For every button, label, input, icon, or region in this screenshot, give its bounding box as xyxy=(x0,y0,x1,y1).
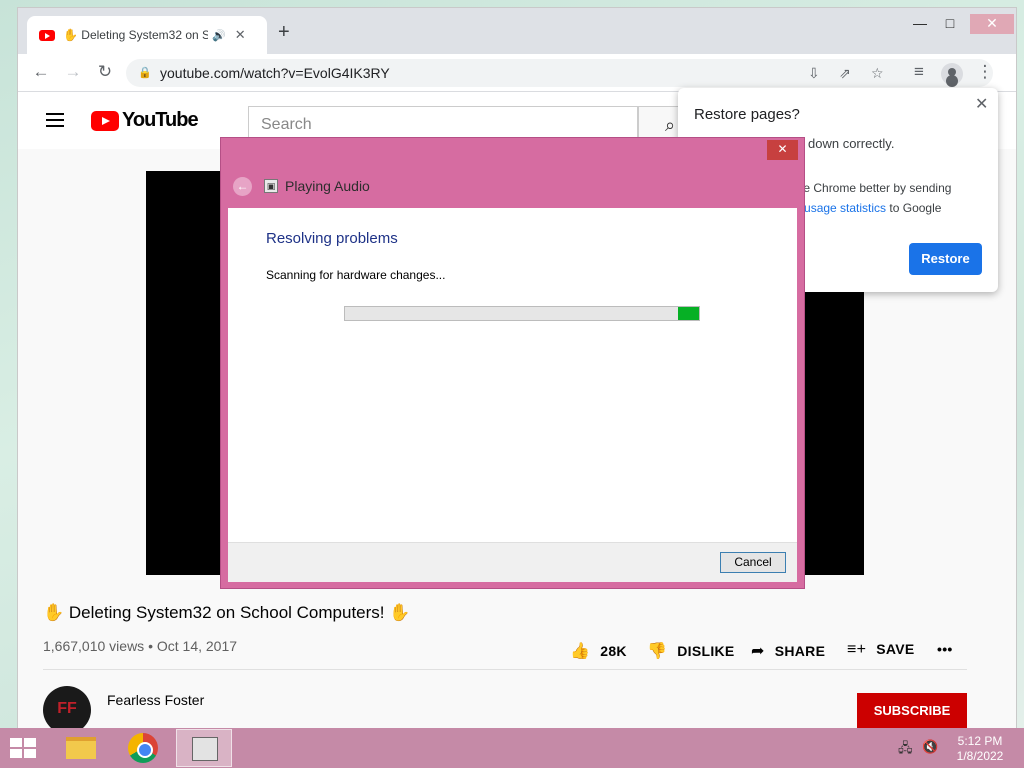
restore-button[interactable]: Restore xyxy=(909,243,982,275)
tab-title: Deleting System32 on Scho xyxy=(81,28,208,42)
detail-suffix: to Google xyxy=(886,201,942,215)
restore-popup-detail: gle Chrome better by sending d usage sta… xyxy=(794,178,994,218)
reload-icon[interactable]: ↻ xyxy=(94,62,116,82)
back-arrow-icon[interactable]: ← xyxy=(233,177,252,196)
subscribe-button[interactable]: SUBSCRIBE xyxy=(857,693,967,728)
hamburger-menu-icon[interactable] xyxy=(46,113,64,127)
folder-icon xyxy=(66,737,96,759)
restore-popup-title: Restore pages? xyxy=(694,106,800,123)
progress-bar xyxy=(344,306,700,321)
cancel-button[interactable]: Cancel xyxy=(720,552,786,573)
bookmark-star-icon[interactable]: ☆ xyxy=(871,59,884,87)
dialog-content: Resolving problems Scanning for hardware… xyxy=(228,208,797,542)
close-icon[interactable]: ✕ xyxy=(975,94,988,114)
meta-separator: • xyxy=(148,638,153,654)
playlist-add-icon: ≡+ xyxy=(847,641,867,658)
upload-date: Oct 14, 2017 xyxy=(156,638,238,654)
close-window-button[interactable]: ✕ xyxy=(970,14,1014,34)
like-button[interactable]: 👍 28K xyxy=(570,641,627,661)
lock-icon: 🔒 xyxy=(138,67,152,79)
profile-avatar-icon[interactable] xyxy=(941,63,963,85)
troubleshooter-app-icon: ▣ xyxy=(264,179,278,193)
save-button[interactable]: ≡+ SAVE xyxy=(847,641,915,659)
save-label: SAVE xyxy=(876,641,915,657)
dislike-label: DISLIKE xyxy=(677,643,735,659)
minimize-button[interactable]: — xyxy=(905,14,935,34)
share-label: SHARE xyxy=(774,643,826,659)
troubleshooter-icon xyxy=(192,737,218,761)
divider xyxy=(43,669,967,670)
speaker-muted-icon[interactable]: 🔇 xyxy=(922,739,938,755)
channel-name[interactable]: Fearless Foster xyxy=(107,692,204,708)
maximize-button[interactable]: □ xyxy=(935,14,965,34)
chrome-icon xyxy=(128,733,158,763)
like-count: 28K xyxy=(600,643,627,659)
audio-playing-icon[interactable]: 🔊 xyxy=(212,29,226,42)
video-title: ✋ Deleting System32 on School Computers!… xyxy=(43,603,410,623)
youtube-logo-text: YouTube xyxy=(122,109,199,131)
hand-emoji-icon: ✋ xyxy=(43,603,65,622)
youtube-logo-icon xyxy=(91,110,119,131)
taskbar-chrome[interactable] xyxy=(114,729,170,767)
tab-title-wrap: ✋ Deleting System32 on Scho xyxy=(63,28,208,42)
usage-statistics-link[interactable]: usage statistics xyxy=(804,201,886,215)
dialog-close-button[interactable]: ✕ xyxy=(767,140,798,160)
clock-time: 5:12 PM xyxy=(957,734,1003,748)
detail-line-1: gle Chrome better by sending xyxy=(794,181,952,195)
browser-tab[interactable]: ✋ Deleting System32 on Scho 🔊 ✕ xyxy=(27,16,267,54)
media-control-icon[interactable]: ≡ xyxy=(908,62,930,82)
clock-date: 1/8/2022 xyxy=(956,749,1004,763)
address-bar[interactable]: 🔒 youtube.com/watch?v=EvolG4IK3RY ⇩ ⇗ ☆ xyxy=(126,59,993,87)
youtube-logo[interactable]: YouTube xyxy=(91,109,199,132)
thumbs-up-icon: 👍 xyxy=(570,643,591,660)
browser-toolbar: ← → ↻ 🔒 youtube.com/watch?v=EvolG4IK3RY … xyxy=(18,54,1016,92)
network-icon[interactable]: 🖧 xyxy=(898,739,913,761)
install-icon[interactable]: ⇩ xyxy=(808,59,820,87)
hand-emoji-icon: ✋ xyxy=(389,603,411,622)
dislike-button[interactable]: 👎 DISLIKE xyxy=(647,641,735,661)
new-tab-button[interactable]: + xyxy=(278,22,290,42)
taskbar: 🖧 🔇 5:12 PM 1/8/2022 xyxy=(0,728,1024,768)
more-actions-button[interactable]: ••• xyxy=(937,641,953,657)
tab-strip: ✋ Deleting System32 on Scho 🔊 ✕ + — □ ✕ xyxy=(18,8,1016,54)
taskbar-file-explorer[interactable] xyxy=(52,729,108,767)
share-arrow-icon: ➦ xyxy=(751,643,765,660)
url-text: youtube.com/watch?v=EvolG4IK3RY xyxy=(160,65,390,81)
dialog-footer: Cancel xyxy=(228,542,797,582)
tab-hand-icon: ✋ xyxy=(63,28,78,42)
system-clock[interactable]: 5:12 PM 1/8/2022 xyxy=(948,734,1012,764)
dialog-title: Playing Audio xyxy=(285,178,370,194)
channel-avatar[interactable]: FF xyxy=(43,686,91,728)
forward-arrow-icon[interactable]: → xyxy=(62,62,84,82)
troubleshooter-dialog: ✕ ← ▣ Playing Audio Resolving problems S… xyxy=(220,137,805,589)
start-windows-icon[interactable] xyxy=(10,738,38,760)
progress-fill xyxy=(677,307,699,320)
menu-kebab-icon[interactable]: ⋮ xyxy=(974,62,996,82)
back-arrow-icon[interactable]: ← xyxy=(30,62,52,82)
youtube-favicon-icon xyxy=(39,29,55,41)
dialog-heading: Resolving problems xyxy=(266,230,398,247)
tab-close-icon[interactable]: ✕ xyxy=(235,27,246,43)
thumbs-down-icon: 👎 xyxy=(647,643,668,660)
view-count: 1,667,010 views xyxy=(43,638,145,654)
share-button[interactable]: ➦ SHARE xyxy=(751,641,825,661)
status-text: Scanning for hardware changes... xyxy=(266,268,446,282)
restore-popup-message: down correctly. xyxy=(808,136,895,151)
taskbar-troubleshooter[interactable] xyxy=(176,729,232,767)
video-meta: 1,667,010 views • Oct 14, 2017 xyxy=(43,638,237,654)
share-icon[interactable]: ⇗ xyxy=(839,59,851,87)
video-title-text: Deleting System32 on School Computers! xyxy=(68,603,385,622)
